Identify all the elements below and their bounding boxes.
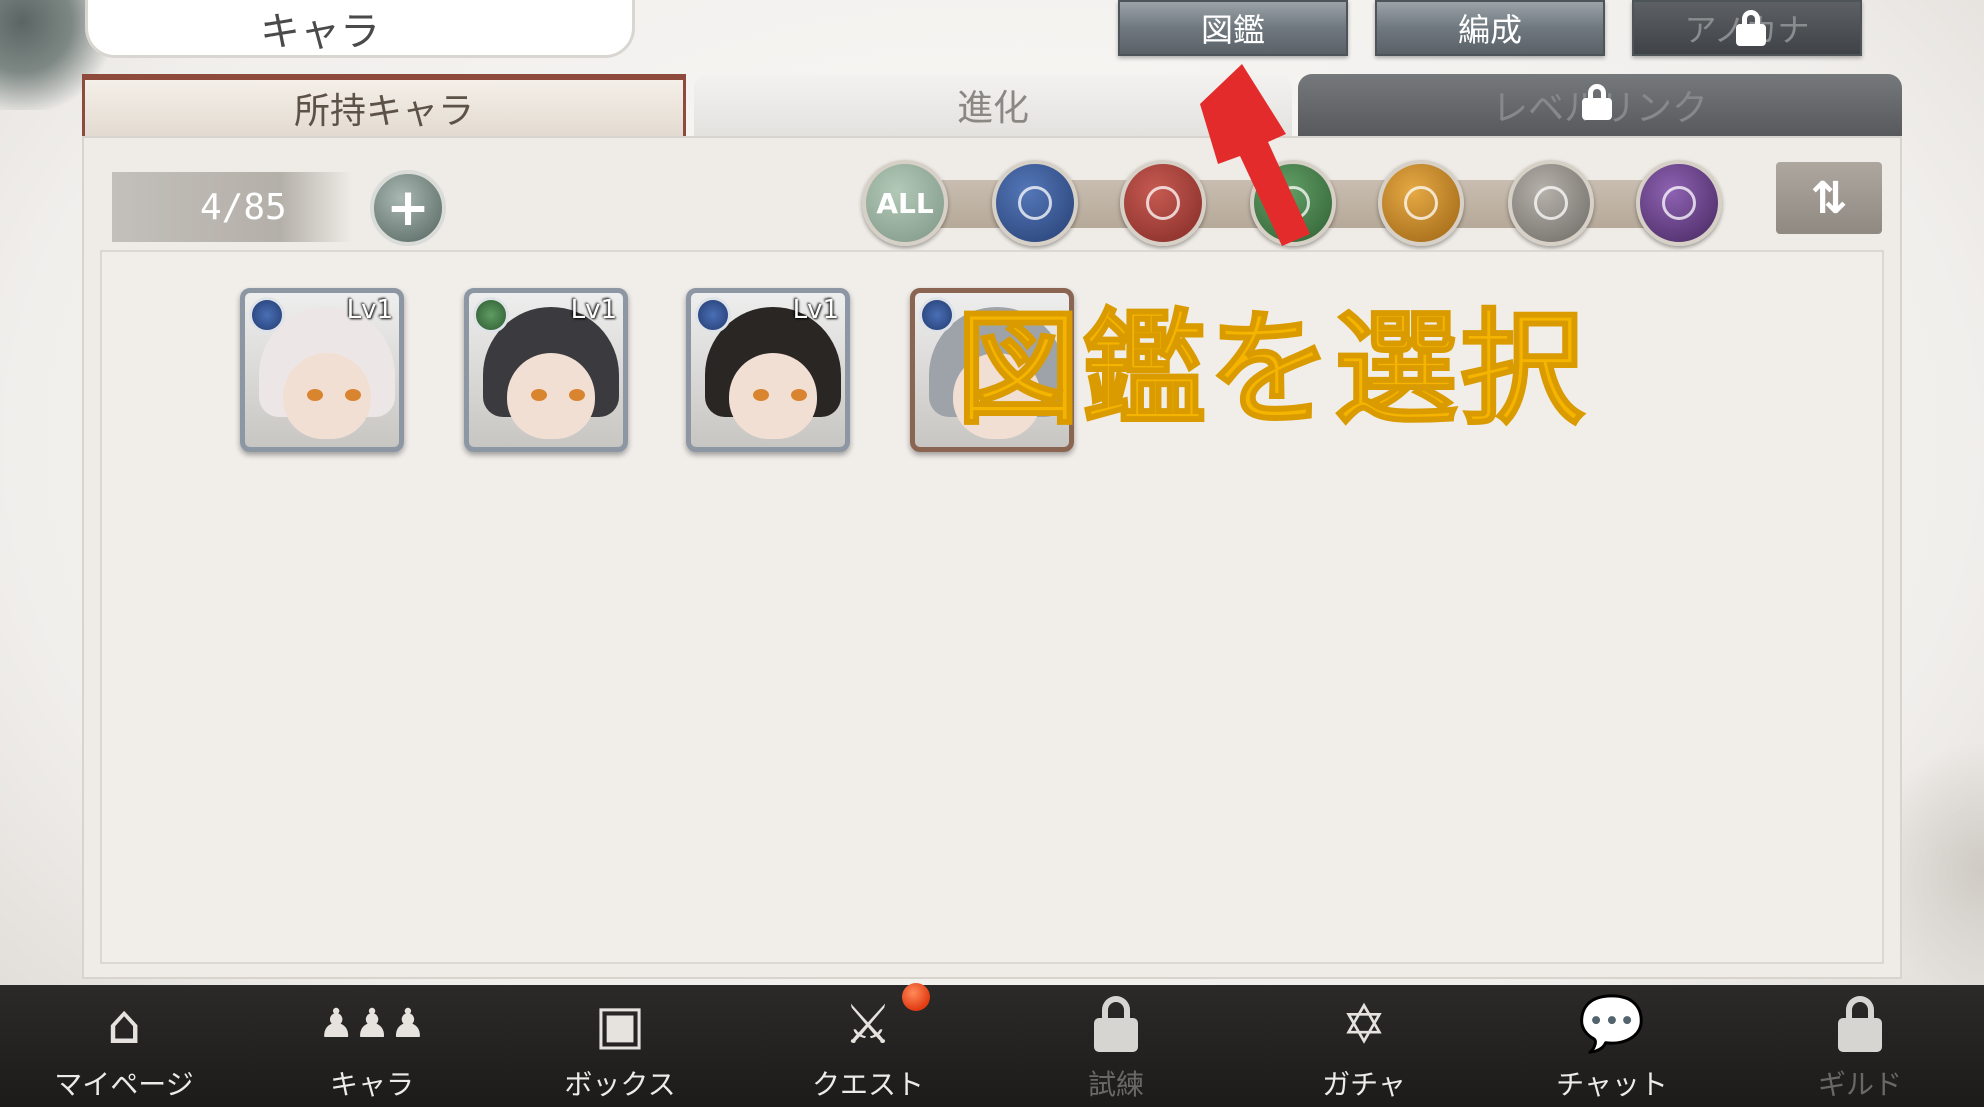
water-element-icon (695, 297, 731, 333)
home-icon: ⌂ (106, 992, 142, 1056)
hensei-button[interactable]: 編成 (1375, 0, 1605, 56)
lock-icon (1078, 989, 1154, 1059)
crossed-swords-icon: ⚔ (830, 983, 930, 1059)
nav-item-chat[interactable]: 💬 チャット (1488, 985, 1736, 1107)
filter-all-label: ALL (876, 186, 934, 220)
box-icon: ▣ (594, 992, 646, 1056)
sort-button[interactable]: ⇅ (1776, 162, 1882, 234)
filter-dark-icon[interactable] (1636, 160, 1722, 246)
character-level: Lv1 (346, 295, 393, 325)
nav-item-trial[interactable]: 試練 (992, 985, 1240, 1107)
bottom-nav: ⌂ マイページ ♟♟♟ キャラ ▣ ボックス ⚔ クエスト 試練 ✡ ガチャ 💬… (0, 983, 1984, 1107)
water-element-icon (249, 297, 285, 333)
nav-item-gacha[interactable]: ✡ ガチャ (1240, 985, 1488, 1107)
character-level: Lv1 (570, 295, 617, 325)
chat-icon: 💬 (1578, 992, 1646, 1055)
annotation-text: 図鑑を選択 (955, 297, 1587, 443)
character-card[interactable]: Lv1 (240, 288, 404, 452)
expand-capacity-button[interactable]: + (370, 170, 446, 246)
filter-all-button[interactable]: ALL (862, 160, 948, 246)
lock-icon (1582, 84, 1612, 120)
people-icon: ♟♟♟ (318, 1001, 426, 1047)
anaguna-button[interactable]: アノカナ (1632, 0, 1862, 56)
nav-item-quest[interactable]: ⚔ クエスト (744, 983, 992, 1107)
page-title: キャラ (85, 0, 635, 58)
lock-icon (1736, 10, 1766, 46)
tab-owned-characters[interactable]: 所持キャラ (82, 74, 686, 136)
filter-light-icon[interactable] (1378, 160, 1464, 246)
character-count: 4/85 (112, 172, 352, 242)
nav-item-box[interactable]: ▣ ボックス (496, 985, 744, 1107)
hexagram-icon: ✡ (1341, 992, 1387, 1056)
zukan-button[interactable]: 図鑑 (1118, 0, 1348, 56)
red-arrow-annotation (1200, 64, 1310, 246)
filter-neutral-icon[interactable] (1508, 160, 1594, 246)
character-card[interactable]: Lv1 (686, 288, 850, 452)
filter-water-icon[interactable] (992, 160, 1078, 246)
nav-item-guild[interactable]: ギルド (1736, 985, 1984, 1107)
character-card[interactable]: Lv1 (464, 288, 628, 452)
tab-level-link[interactable]: レベルリンク (1298, 74, 1902, 136)
wind-element-icon (473, 297, 509, 333)
nav-item-mypage[interactable]: ⌂ マイページ (0, 985, 248, 1107)
notification-badge (902, 983, 930, 1011)
nav-item-chara[interactable]: ♟♟♟ キャラ (248, 985, 496, 1107)
water-element-icon (919, 297, 955, 333)
lock-icon (1822, 989, 1898, 1059)
character-level: Lv1 (792, 295, 839, 325)
